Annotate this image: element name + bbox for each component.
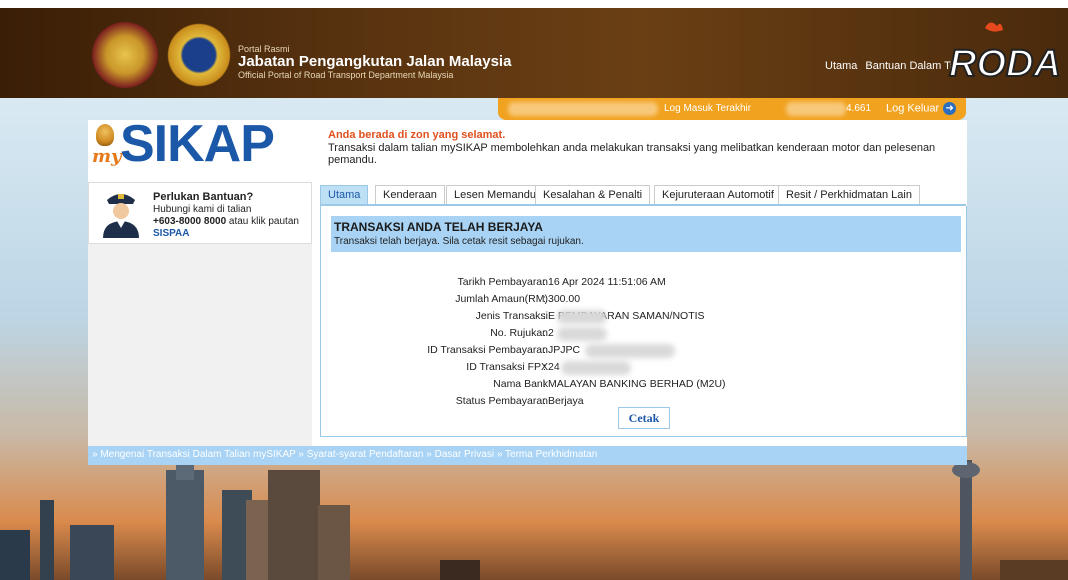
detail-row: Jenis Transaksi: E PEMBAYARAN SAMAN/NOTIS [321,310,966,326]
detail-label: Jenis Transaksi [475,310,548,322]
detail-value: 16 Apr 2024 11:51:06 AM [548,276,666,288]
logout-link[interactable]: Log Keluar ➜ [886,102,957,115]
detail-value: Berjaya [548,395,584,407]
footer-bar: » Mengenai Transaksi Dalam Talian mySIKA… [88,446,967,465]
detail-row: No. Rujukan:2 [321,327,966,343]
detail-row: Tarikh Pembayaran:16 Apr 2024 11:51:06 A… [321,276,966,292]
detail-separator: : [543,310,546,322]
tab-lesen-memandu[interactable]: Lesen Memandu [446,185,544,204]
tab-kenderaan[interactable]: Kenderaan [375,185,445,204]
officer-avatar-icon [103,194,139,238]
footer-link-mengenai[interactable]: » Mengenai Transaksi Dalam Talian mySIKA… [92,449,296,460]
arrow-right-icon: ➜ [943,102,957,115]
detail-separator: : [543,293,546,305]
redacted-ip [786,102,846,116]
detail-label: ID Transaksi FPX [466,361,548,373]
detail-value: 300.00 [548,293,581,305]
city-skyline-image [0,460,1068,580]
logo-prefix: my [92,146,122,167]
detail-separator: : [543,378,546,390]
detail-row: ID Transaksi Pembayaran: JPJPC [321,344,966,360]
tab-resit-perkhidmatan[interactable]: Resit / Perkhidmatan Lain [778,185,920,204]
top-border [0,0,1068,8]
detail-separator: : [543,327,546,339]
success-description: Transaksi telah berjaya. Sila cetak resi… [334,236,584,247]
mascot-icon [96,124,114,146]
portal-title: Jabatan Pengangkutan Jalan Malaysia [238,53,512,70]
safe-zone-notice: Anda berada di zon yang selamat. [328,129,506,141]
help-phone: +603-8000 8000 [153,216,227,227]
redacted-value [561,361,631,375]
tab-kesalahan-penalti[interactable]: Kesalahan & Penalti [535,185,651,204]
roda-text: RODA PANAS [949,43,1065,85]
tab-utama[interactable]: Utama [320,185,369,204]
detail-value: 2 [548,327,554,339]
detail-separator: : [543,344,546,356]
redacted-value [557,310,607,324]
redacted-username [508,102,658,116]
help-suffix: atau klik pautan [226,216,299,227]
main-panel: SIKAP my Anda berada di zon yang selamat… [88,115,967,465]
redacted-value [557,327,607,341]
detail-separator: : [543,276,546,288]
detail-row: Nama Bank: MALAYAN BANKING BERHAD (M2U) [321,378,966,394]
tab-kejuruteraan-automotif[interactable]: Kejuruteraan Automotif [654,185,782,204]
footer-links: » Mengenai Transaksi Dalam Talian mySIKA… [92,449,597,460]
detail-label: No. Rujukan [490,327,548,339]
roda-panas-watermark-logo: RODA PANAS [948,22,1065,86]
detail-label: Nama Bank [493,378,548,390]
tab-content: TRANSAKSI ANDA TELAH BERJAYA Transaksi t… [320,206,967,437]
detail-separator: : [543,395,546,407]
detail-value: 24 [548,361,560,373]
malaysia-coat-of-arms-icon [92,22,158,88]
nav-bantuan[interactable]: Bantuan Dalam Ta [865,60,955,72]
redacted-value [585,344,675,358]
detail-separator: : [543,361,546,373]
footer-link-terma[interactable]: » Terma Perkhidmatan [497,449,597,460]
help-phone-line: +603-8000 8000 atau klik pautan [153,216,299,227]
print-button[interactable]: Cetak [618,407,670,429]
success-banner: TRANSAKSI ANDA TELAH BERJAYA Transaksi t… [331,216,961,252]
header-banner: Portal Rasmi Jabatan Pengangkutan Jalan … [0,8,1068,98]
nav-utama[interactable]: Utama [825,60,857,72]
jpj-logo-icon [166,22,232,88]
success-title: TRANSAKSI ANDA TELAH BERJAYA [334,220,543,234]
portal-branding[interactable]: Portal Rasmi Jabatan Pengangkutan Jalan … [238,44,511,80]
detail-value: MALAYAN BANKING BERHAD (M2U) [548,378,726,390]
login-status-bar: Log Masuk Terakhir 4.661 Log Keluar ➜ [498,98,966,120]
detail-value: JPJPC [548,344,581,356]
detail-label: Status Pembayaran [455,395,548,407]
top-nav: Utama Bantuan Dalam Ta [825,60,955,72]
help-title: Perlukan Bantuan? [153,191,254,203]
detail-row: ID Transaksi FPX:24 [321,361,966,377]
mysikap-logo[interactable]: SIKAP my [90,115,300,173]
logo-name: SIKAP [120,115,275,173]
help-text: Hubungi kami di talian [153,204,252,215]
detail-label: Tarikh Pembayaran [457,276,548,288]
footer-link-privasi[interactable]: » Dasar Privasi [426,449,494,460]
service-description: Transaksi dalam talian mySIKAP membolehk… [328,142,936,166]
detail-label: Jumlah Amaun(RM) [455,293,548,305]
detail-label: ID Transaksi Pembayaran [427,344,548,356]
help-box: Perlukan Bantuan? Hubungi kami di talian… [88,182,312,244]
logout-label: Log Keluar [886,102,940,115]
portal-subtitle: Official Portal of Road Transport Depart… [238,70,454,80]
left-column-background [88,242,312,452]
detail-row: Jumlah Amaun(RM):300.00 [321,293,966,309]
sispaa-link[interactable]: SISPAA [153,228,190,239]
last-login-ip: 4.661 [846,103,872,114]
last-login-label: Log Masuk Terakhir [664,103,752,114]
footer-link-syarat[interactable]: » Syarat-syarat Pendaftaran [298,449,423,460]
